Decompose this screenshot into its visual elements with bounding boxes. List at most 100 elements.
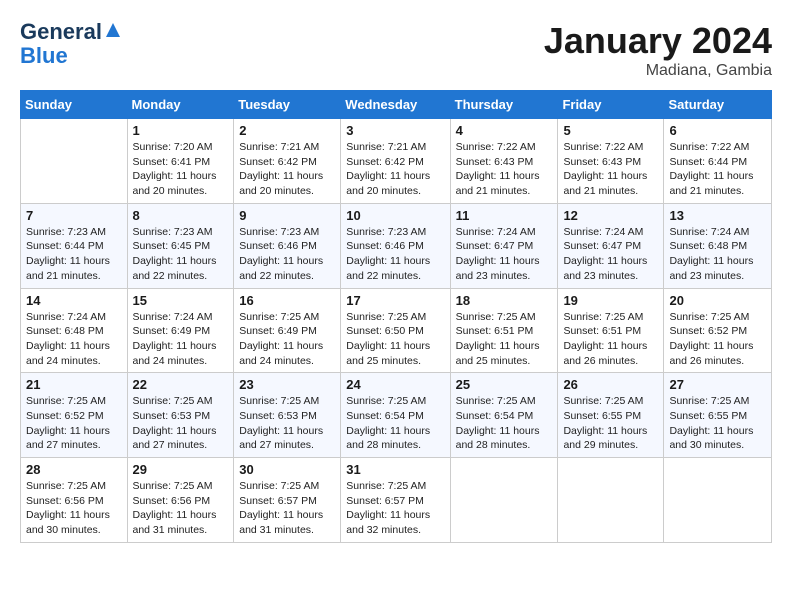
day-info: Sunrise: 7:25 AMSunset: 6:51 PMDaylight:…: [563, 310, 658, 369]
calendar-cell: 16Sunrise: 7:25 AMSunset: 6:49 PMDayligh…: [234, 288, 341, 373]
weekday-header: Sunday: [21, 91, 128, 119]
day-info: Sunrise: 7:25 AMSunset: 6:53 PMDaylight:…: [239, 394, 335, 453]
day-info: Sunrise: 7:25 AMSunset: 6:51 PMDaylight:…: [456, 310, 553, 369]
month-title: January 2024: [544, 20, 772, 62]
day-number: 19: [563, 293, 658, 308]
weekday-header: Saturday: [664, 91, 772, 119]
day-number: 24: [346, 377, 444, 392]
calendar-cell: 27Sunrise: 7:25 AMSunset: 6:55 PMDayligh…: [664, 373, 772, 458]
calendar-cell: 24 Sunrise: 7:25 AMSunset: 6:54 PMDayligh…: [341, 373, 450, 458]
calendar-cell: [21, 119, 128, 204]
calendar-week-row: 21 Sunrise: 7:25 AMSunset: 6:52 PMDayligh…: [21, 373, 772, 458]
weekday-header: Thursday: [450, 91, 558, 119]
day-number: 4: [456, 123, 553, 138]
location-title: Madiana, Gambia: [544, 62, 772, 80]
day-info: Sunrise: 7:25 AMSunset: 6:57 PMDaylight:…: [239, 479, 335, 538]
calendar-cell: 30 Sunrise: 7:25 AMSunset: 6:57 PMDayligh…: [234, 458, 341, 543]
logo: General Blue: [20, 20, 122, 68]
calendar-cell: 12 Sunrise: 7:24 AMSunset: 6:47 PMDayligh…: [558, 203, 664, 288]
calendar-cell: 10Sunrise: 7:23 AMSunset: 6:46 PMDayligh…: [341, 203, 450, 288]
day-info: Sunrise: 7:21 AMSunset: 6:42 PMDaylight:…: [239, 140, 335, 199]
calendar-cell: [664, 458, 772, 543]
weekday-header-row: SundayMondayTuesdayWednesdayThursdayFrid…: [21, 91, 772, 119]
day-number: 14: [26, 293, 122, 308]
day-info: Sunrise: 7:24 AMSunset: 6:47 PMDaylight:…: [563, 225, 658, 284]
calendar-cell: 20 Sunrise: 7:25 AMSunset: 6:52 PMDayligh…: [664, 288, 772, 373]
calendar-cell: 21 Sunrise: 7:25 AMSunset: 6:52 PMDayligh…: [21, 373, 128, 458]
calendar-week-row: 14 Sunrise: 7:24 AMSunset: 6:48 PMDayligh…: [21, 288, 772, 373]
day-number: 22: [133, 377, 229, 392]
day-info: Sunrise: 7:25 AMSunset: 6:52 PMDaylight:…: [26, 394, 122, 453]
day-number: 8: [133, 208, 229, 223]
calendar-cell: 2Sunrise: 7:21 AMSunset: 6:42 PMDaylight…: [234, 119, 341, 204]
day-number: 30: [239, 462, 335, 477]
logo-general: General: [20, 20, 102, 44]
logo-icon: [104, 21, 122, 39]
day-number: 15: [133, 293, 229, 308]
day-info: Sunrise: 7:20 AMSunset: 6:41 PMDaylight:…: [133, 140, 229, 199]
day-info: Sunrise: 7:22 AMSunset: 6:43 PMDaylight:…: [563, 140, 658, 199]
day-info: Sunrise: 7:24 AMSunset: 6:48 PMDaylight:…: [26, 310, 122, 369]
day-number: 6: [669, 123, 766, 138]
day-number: 9: [239, 208, 335, 223]
calendar-cell: 29 Sunrise: 7:25 AMSunset: 6:56 PMDayligh…: [127, 458, 234, 543]
day-info: Sunrise: 7:23 AMSunset: 6:46 PMDaylight:…: [346, 225, 444, 284]
page-header: General Blue January 2024 Madiana, Gambi…: [20, 20, 772, 80]
calendar-header: SundayMondayTuesdayWednesdayThursdayFrid…: [21, 91, 772, 119]
calendar-cell: [558, 458, 664, 543]
weekday-header: Monday: [127, 91, 234, 119]
day-number: 20: [669, 293, 766, 308]
day-number: 12: [563, 208, 658, 223]
day-number: 7: [26, 208, 122, 223]
day-info: Sunrise: 7:24 AMSunset: 6:48 PMDaylight:…: [669, 225, 766, 284]
calendar-cell: 22 Sunrise: 7:25 AMSunset: 6:53 PMDayligh…: [127, 373, 234, 458]
calendar-cell: 7Sunrise: 7:23 AMSunset: 6:44 PMDaylight…: [21, 203, 128, 288]
weekday-header: Wednesday: [341, 91, 450, 119]
calendar-cell: 19 Sunrise: 7:25 AMSunset: 6:51 PMDayligh…: [558, 288, 664, 373]
calendar-cell: 15 Sunrise: 7:24 AMSunset: 6:49 PMDayligh…: [127, 288, 234, 373]
calendar-week-row: 1 Sunrise: 7:20 AMSunset: 6:41 PMDaylight…: [21, 119, 772, 204]
day-info: Sunrise: 7:25 AMSunset: 6:54 PMDaylight:…: [346, 394, 444, 453]
day-number: 16: [239, 293, 335, 308]
day-number: 28: [26, 462, 122, 477]
day-info: Sunrise: 7:25 AMSunset: 6:50 PMDaylight:…: [346, 310, 444, 369]
day-number: 29: [133, 462, 229, 477]
day-number: 11: [456, 208, 553, 223]
day-info: Sunrise: 7:25 AMSunset: 6:57 PMDaylight:…: [346, 479, 444, 538]
day-info: Sunrise: 7:21 AMSunset: 6:42 PMDaylight:…: [346, 140, 444, 199]
day-info: Sunrise: 7:22 AMSunset: 6:43 PMDaylight:…: [456, 140, 553, 199]
day-info: Sunrise: 7:25 AMSunset: 6:53 PMDaylight:…: [133, 394, 229, 453]
calendar-cell: 23Sunrise: 7:25 AMSunset: 6:53 PMDayligh…: [234, 373, 341, 458]
day-info: Sunrise: 7:25 AMSunset: 6:55 PMDaylight:…: [669, 394, 766, 453]
day-info: Sunrise: 7:23 AMSunset: 6:45 PMDaylight:…: [133, 225, 229, 284]
calendar-body: 1 Sunrise: 7:20 AMSunset: 6:41 PMDaylight…: [21, 119, 772, 543]
calendar-cell: 14 Sunrise: 7:24 AMSunset: 6:48 PMDayligh…: [21, 288, 128, 373]
day-info: Sunrise: 7:23 AMSunset: 6:46 PMDaylight:…: [239, 225, 335, 284]
weekday-header: Tuesday: [234, 91, 341, 119]
day-info: Sunrise: 7:25 AMSunset: 6:52 PMDaylight:…: [669, 310, 766, 369]
calendar-cell: 5 Sunrise: 7:22 AMSunset: 6:43 PMDaylight…: [558, 119, 664, 204]
day-info: Sunrise: 7:25 AMSunset: 6:56 PMDaylight:…: [26, 479, 122, 538]
calendar-cell: 8 Sunrise: 7:23 AMSunset: 6:45 PMDaylight…: [127, 203, 234, 288]
calendar-cell: [450, 458, 558, 543]
logo-blue: Blue: [20, 43, 68, 68]
day-number: 26: [563, 377, 658, 392]
calendar-cell: 11Sunrise: 7:24 AMSunset: 6:47 PMDayligh…: [450, 203, 558, 288]
day-number: 5: [563, 123, 658, 138]
calendar-cell: 28 Sunrise: 7:25 AMSunset: 6:56 PMDayligh…: [21, 458, 128, 543]
day-info: Sunrise: 7:24 AMSunset: 6:49 PMDaylight:…: [133, 310, 229, 369]
calendar-cell: 4 Sunrise: 7:22 AMSunset: 6:43 PMDaylight…: [450, 119, 558, 204]
calendar-cell: 26Sunrise: 7:25 AMSunset: 6:55 PMDayligh…: [558, 373, 664, 458]
day-number: 18: [456, 293, 553, 308]
day-number: 1: [133, 123, 229, 138]
calendar-week-row: 7Sunrise: 7:23 AMSunset: 6:44 PMDaylight…: [21, 203, 772, 288]
calendar-week-row: 28 Sunrise: 7:25 AMSunset: 6:56 PMDayligh…: [21, 458, 772, 543]
calendar-cell: 18 Sunrise: 7:25 AMSunset: 6:51 PMDayligh…: [450, 288, 558, 373]
calendar-cell: 25Sunrise: 7:25 AMSunset: 6:54 PMDayligh…: [450, 373, 558, 458]
calendar-cell: 13 Sunrise: 7:24 AMSunset: 6:48 PMDayligh…: [664, 203, 772, 288]
day-info: Sunrise: 7:25 AMSunset: 6:56 PMDaylight:…: [133, 479, 229, 538]
day-number: 21: [26, 377, 122, 392]
day-number: 3: [346, 123, 444, 138]
calendar-cell: 31Sunrise: 7:25 AMSunset: 6:57 PMDayligh…: [341, 458, 450, 543]
day-number: 13: [669, 208, 766, 223]
